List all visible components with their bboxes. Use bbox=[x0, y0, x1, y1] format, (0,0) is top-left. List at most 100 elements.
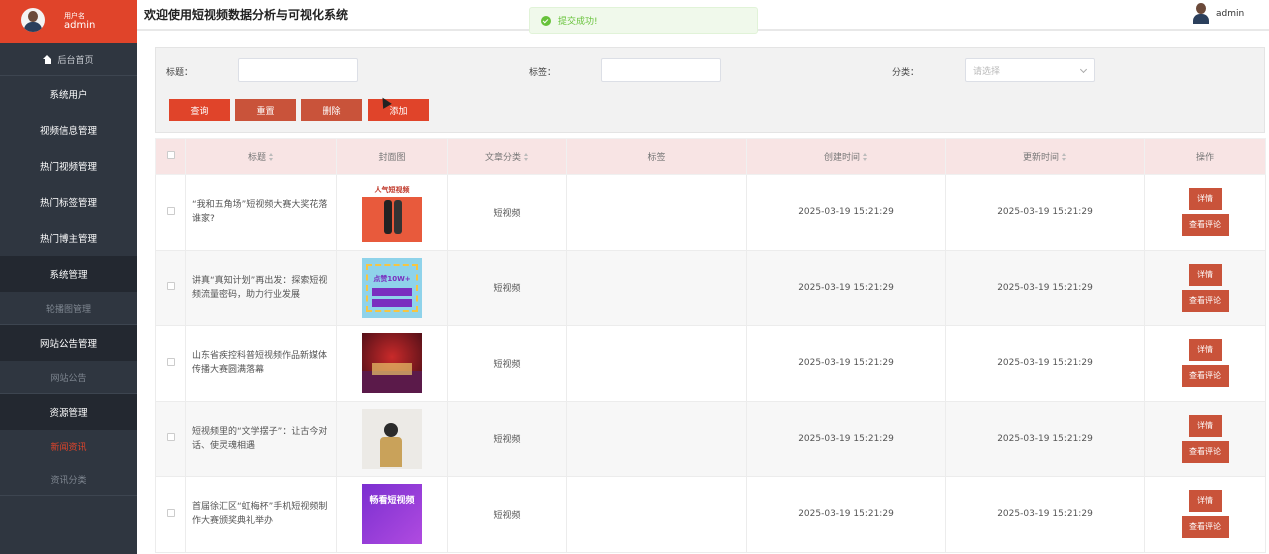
detail-button[interactable]: 详情 bbox=[1188, 339, 1222, 362]
sidebar-item[interactable]: 热门博主管理 bbox=[0, 220, 137, 256]
row-created: 2025-03-19 15:21:29 bbox=[746, 476, 946, 553]
sidebar: 用户名 admin 后台首页 系统用户 视频信息管理 热门视频管理 热门标签管理 热门博… bbox=[0, 0, 137, 554]
page-title: 欢迎使用短视频数据分析与可视化系统 bbox=[144, 8, 349, 22]
sidebar-item[interactable]: 系统管理 bbox=[0, 256, 137, 292]
category-select-placeholder: 请选择 bbox=[973, 66, 1001, 77]
view-comments-button[interactable]: 查看评论 bbox=[1181, 516, 1229, 539]
sidebar-item-home[interactable]: 后台首页 bbox=[0, 43, 137, 76]
row-checkbox[interactable] bbox=[166, 357, 175, 366]
sort-icon[interactable] bbox=[1062, 153, 1067, 162]
row-category: 短视频 bbox=[447, 174, 567, 251]
tag-filter-label: 标签： bbox=[529, 68, 557, 78]
sidebar-item[interactable]: 视频信息管理 bbox=[0, 112, 137, 148]
row-title: “我和五角场”短视频大赛大奖花落谁家? bbox=[185, 174, 337, 251]
row-title: 山东省疾控科普短视频作品新媒体传播大赛圆满落幕 bbox=[185, 325, 337, 402]
detail-button[interactable]: 详情 bbox=[1188, 414, 1222, 437]
table-row: “我和五角场”短视频大赛大奖花落谁家? 人气短视频 短视频 2025-03-19 15… bbox=[155, 174, 1266, 251]
view-comments-button[interactable]: 查看评论 bbox=[1181, 289, 1229, 312]
avatar bbox=[21, 8, 45, 32]
column-header-updated[interactable]: 更新时间 bbox=[945, 138, 1145, 175]
row-updated: 2025-03-19 15:21:29 bbox=[945, 400, 1145, 477]
row-select-cell[interactable] bbox=[155, 325, 186, 402]
cover-image: 人气短视频 bbox=[362, 182, 422, 243]
row-actions: 详情 查看评论 bbox=[1144, 476, 1266, 553]
category-select[interactable]: 请选择 bbox=[965, 58, 1095, 82]
sort-icon[interactable] bbox=[524, 153, 529, 162]
toast-message: 提交成功! bbox=[558, 17, 598, 27]
row-checkbox[interactable] bbox=[166, 508, 175, 517]
column-header-cover: 封面图 bbox=[336, 138, 448, 175]
row-select-cell[interactable] bbox=[155, 476, 186, 553]
sidebar-item[interactable]: 资源管理 bbox=[0, 394, 137, 430]
column-header-title[interactable]: 标题 bbox=[185, 138, 337, 175]
row-title: 短视频里的“文学摆子”：让古今对话、使灵魂相遇 bbox=[185, 400, 337, 477]
add-button[interactable]: 添加 bbox=[368, 99, 429, 121]
cover-image bbox=[362, 408, 422, 469]
row-select-cell[interactable] bbox=[155, 400, 186, 477]
row-tags bbox=[566, 400, 747, 477]
sidebar-item[interactable]: 网站公告 bbox=[0, 361, 137, 394]
column-header-tags: 标签 bbox=[566, 138, 747, 175]
cover-image: 点赞10W+ bbox=[362, 257, 422, 318]
thumb-caption: 人气短视频 bbox=[374, 186, 410, 195]
reset-button[interactable]: 重置 bbox=[235, 99, 296, 121]
row-tags bbox=[566, 476, 747, 553]
sidebar-item[interactable]: 轮播图管理 bbox=[0, 292, 137, 325]
row-actions: 详情 查看评论 bbox=[1144, 400, 1266, 477]
sort-icon[interactable] bbox=[863, 153, 868, 162]
row-checkbox[interactable] bbox=[166, 433, 175, 442]
home-icon bbox=[43, 54, 52, 64]
header-avatar[interactable] bbox=[1192, 2, 1210, 24]
view-comments-button[interactable]: 查看评论 bbox=[1181, 365, 1229, 388]
row-category: 短视频 bbox=[447, 476, 567, 553]
success-toast: 提交成功! bbox=[529, 7, 758, 34]
row-tags bbox=[566, 249, 747, 326]
table-header-row: 标题 封面图 文章分类 标签 创建时间 更新时间 操作 bbox=[155, 138, 1266, 175]
view-comments-button[interactable]: 查看评论 bbox=[1181, 214, 1229, 237]
sidebar-item[interactable]: 资讯分类 bbox=[0, 463, 137, 496]
view-comments-button[interactable]: 查看评论 bbox=[1181, 440, 1229, 463]
title-filter-label: 标题： bbox=[166, 68, 194, 78]
detail-button[interactable]: 详情 bbox=[1188, 263, 1222, 286]
sidebar-item[interactable]: 热门标签管理 bbox=[0, 184, 137, 220]
title-filter-input[interactable] bbox=[238, 58, 358, 82]
header-username[interactable]: admin bbox=[1216, 9, 1244, 19]
detail-button[interactable]: 详情 bbox=[1188, 490, 1222, 513]
row-created: 2025-03-19 15:21:29 bbox=[746, 400, 946, 477]
tag-filter-input[interactable] bbox=[601, 58, 721, 82]
delete-button[interactable]: 删除 bbox=[301, 99, 362, 121]
row-select-cell[interactable] bbox=[155, 174, 186, 251]
row-created: 2025-03-19 15:21:29 bbox=[746, 174, 946, 251]
sidebar-item[interactable]: 系统用户 bbox=[0, 76, 137, 112]
sidebar-item[interactable]: 新闻资讯 bbox=[0, 430, 137, 463]
row-actions: 详情 查看评论 bbox=[1144, 325, 1266, 402]
table-row: 短视频里的“文学摆子”：让古今对话、使灵魂相遇 短视频 2025-03-19 15:… bbox=[155, 400, 1266, 477]
row-updated: 2025-03-19 15:21:29 bbox=[945, 174, 1145, 251]
row-updated: 2025-03-19 15:21:29 bbox=[945, 249, 1145, 326]
query-button[interactable]: 查询 bbox=[169, 99, 230, 121]
sidebar-item-label: 后台首页 bbox=[57, 55, 94, 66]
row-created: 2025-03-19 15:21:29 bbox=[746, 249, 946, 326]
detail-button[interactable]: 详情 bbox=[1188, 188, 1222, 211]
row-updated: 2025-03-19 15:21:29 bbox=[945, 476, 1145, 553]
select-all-cell[interactable] bbox=[155, 138, 186, 175]
select-all-checkbox[interactable] bbox=[166, 151, 175, 159]
column-header-created[interactable]: 创建时间 bbox=[746, 138, 946, 175]
username: admin bbox=[64, 20, 96, 31]
row-cover: 人气短视频 bbox=[336, 174, 448, 251]
row-cover bbox=[336, 325, 448, 402]
sidebar-item[interactable]: 热门视频管理 bbox=[0, 148, 137, 184]
column-header-category[interactable]: 文章分类 bbox=[447, 138, 567, 175]
sort-icon[interactable] bbox=[269, 153, 274, 162]
table-row: 讲真“真知计划”再出发：探索短视频流量密码，助力行业发展 点赞10W+ 短视频 202… bbox=[155, 249, 1266, 326]
row-actions: 详情 查看评论 bbox=[1144, 249, 1266, 326]
row-checkbox[interactable] bbox=[166, 206, 175, 215]
cover-image bbox=[362, 333, 422, 394]
check-circle-icon bbox=[541, 15, 551, 26]
row-select-cell[interactable] bbox=[155, 249, 186, 326]
search-panel: 标题： 标签： 分类： 请选择 查询 重置 删除 添加 bbox=[155, 47, 1265, 133]
sidebar-item[interactable]: 网站公告管理 bbox=[0, 325, 137, 361]
row-checkbox[interactable] bbox=[166, 282, 175, 291]
row-cover: 点赞10W+ bbox=[336, 249, 448, 326]
row-category: 短视频 bbox=[447, 249, 567, 326]
